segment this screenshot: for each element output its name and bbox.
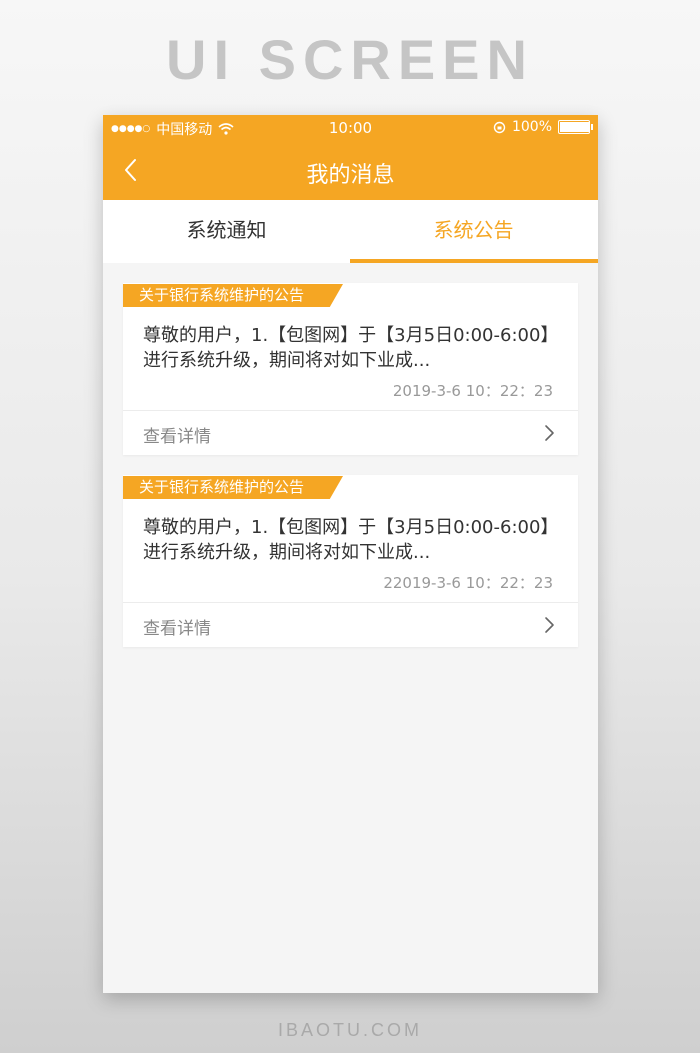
view-details-label: 查看详情 bbox=[143, 427, 211, 447]
message-card: 关于银行系统维护的公告 尊敬的用户，1.【包图网】于【3月5日0:00-6:00… bbox=[123, 283, 578, 455]
message-time: 2019-3-6 10：22：23 bbox=[392, 382, 553, 400]
tab-bar: 系统通知 系统公告 bbox=[103, 200, 598, 263]
phone-screen: ●●●●○ 中国移动 10:00 100% 我的消息 系统通知 系统公告 关于银… bbox=[103, 115, 598, 993]
back-chevron-left-icon[interactable] bbox=[117, 155, 147, 185]
status-bar: ●●●●○ 中国移动 10:00 100% bbox=[103, 115, 598, 141]
rotation-lock-icon bbox=[493, 121, 506, 133]
battery-icon bbox=[558, 120, 593, 134]
view-details-label: 查看详情 bbox=[143, 619, 211, 639]
tab-system-announcement[interactable]: 系统公告 bbox=[350, 200, 597, 263]
nav-bar: 我的消息 bbox=[103, 141, 598, 200]
view-details-link[interactable]: 查看详情 bbox=[123, 603, 578, 647]
message-card: 关于银行系统维护的公告 尊敬的用户，1.【包图网】于【3月5日0:00-6:00… bbox=[123, 475, 578, 647]
announcement-tag: 关于银行系统维护的公告 bbox=[123, 284, 343, 307]
app-header: ●●●●○ 中国移动 10:00 100% 我的消息 bbox=[103, 115, 598, 200]
message-text: 尊敬的用户，1.【包图网】于【3月5日0:00-6:00】进行系统升级，期间将对… bbox=[143, 325, 559, 371]
tab-system-notice[interactable]: 系统通知 bbox=[103, 200, 350, 263]
chevron-right-icon bbox=[545, 617, 554, 633]
chevron-right-icon bbox=[545, 425, 554, 441]
showcase-footer: IBAOTU.COM bbox=[277, 1020, 422, 1040]
message-text: 尊敬的用户，1.【包图网】于【3月5日0:00-6:00】进行系统升级，期间将对… bbox=[143, 517, 559, 563]
active-tab-indicator bbox=[350, 259, 598, 263]
message-time: 22019-3-6 10：22：23 bbox=[383, 574, 553, 592]
battery-percent: 100% bbox=[511, 119, 552, 135]
view-details-link[interactable]: 查看详情 bbox=[123, 411, 578, 455]
page-title: 我的消息 bbox=[306, 163, 395, 188]
status-right: 100% bbox=[493, 119, 593, 135]
showcase-title: UI SCREEN bbox=[166, 28, 534, 91]
announcement-tag: 关于银行系统维护的公告 bbox=[123, 476, 343, 499]
